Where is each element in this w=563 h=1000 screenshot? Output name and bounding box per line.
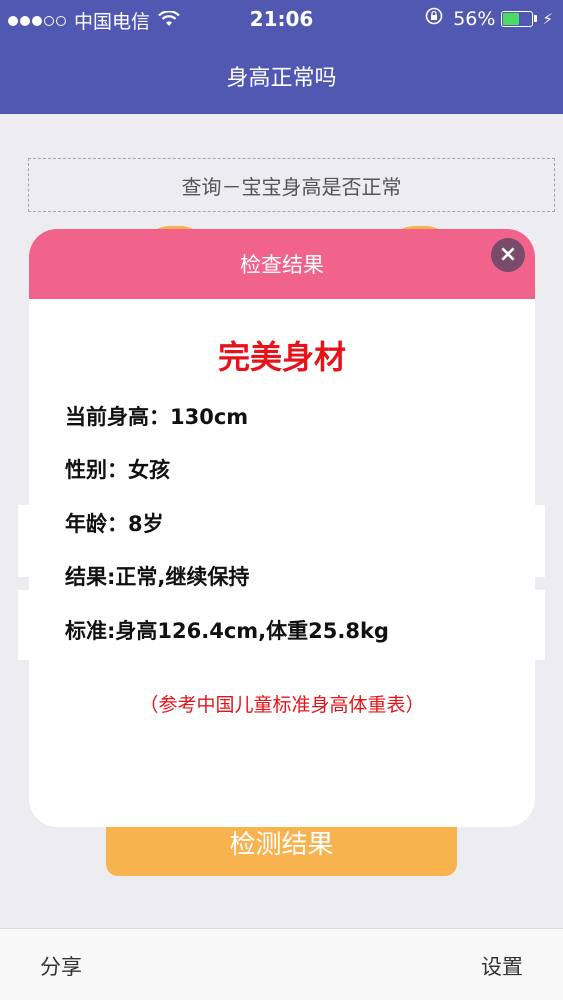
battery-percent: 56%: [453, 7, 496, 30]
status-bar: 中国电信 21:06 56% ⚡: [0, 0, 563, 38]
charging-icon: ⚡: [542, 9, 553, 28]
info-current-height: 当前身高：130cm: [65, 405, 249, 429]
info-standard: 标准:身高126.4cm,体重25.8kg: [65, 619, 389, 643]
nav-bar: 身高正常吗: [0, 38, 563, 114]
battery-icon: [501, 10, 538, 27]
rotation-lock-icon: [425, 7, 443, 30]
info-result: 结果:正常,继续保持: [65, 565, 250, 589]
modal-header-title: 检查结果: [240, 253, 324, 277]
reference-note: （参考中国儿童标准身高体重表）: [139, 694, 425, 716]
close-icon[interactable]: ×: [491, 238, 525, 272]
settings-button[interactable]: 设置: [481, 951, 523, 981]
modal-header: 检查结果: [29, 229, 535, 299]
status-right: 56% ⚡: [425, 7, 553, 30]
page-title: 身高正常吗: [226, 66, 337, 91]
share-button[interactable]: 分享: [40, 951, 82, 981]
result-title: 完美身材: [217, 338, 346, 376]
info-gender: 性别：女孩: [65, 458, 170, 482]
info-age: 年龄：8岁: [65, 512, 164, 536]
result-modal: 检查结果 完美身材 当前身高：130cm 性别：女孩 年龄：8岁 结果:正常,继…: [29, 229, 535, 827]
bottom-bar: 分享 设置: [0, 928, 563, 1000]
